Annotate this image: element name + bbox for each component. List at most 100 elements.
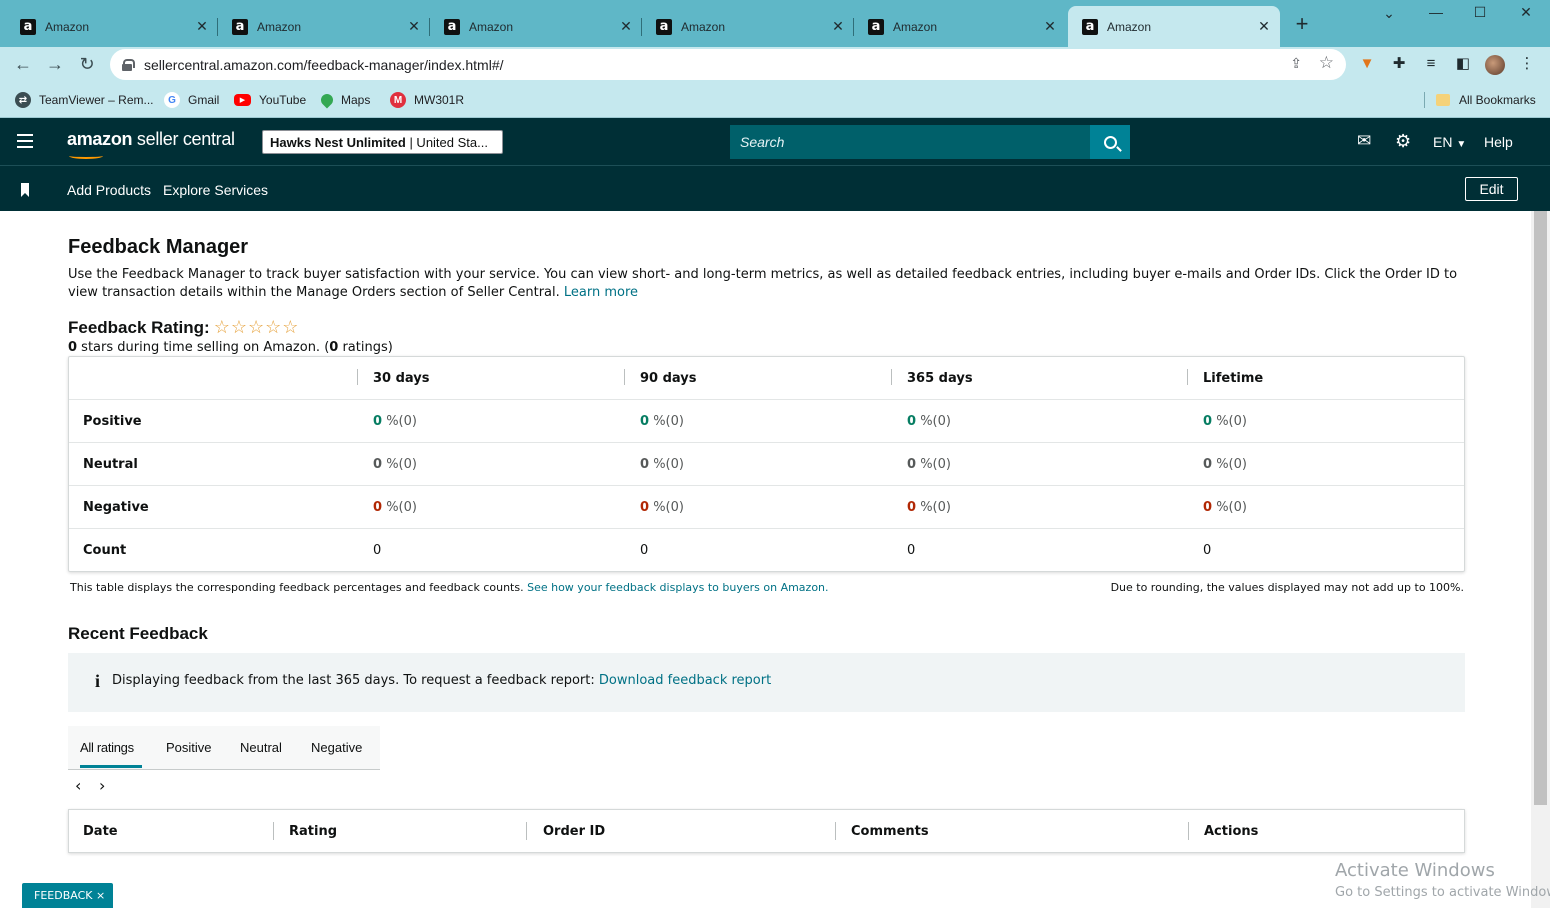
download-report-link[interactable]: Download feedback report bbox=[599, 673, 771, 688]
reload-icon[interactable]: ↻ bbox=[76, 53, 98, 75]
feedback-rating-heading: Feedback Rating: ☆☆☆☆☆ bbox=[68, 317, 300, 337]
seller-central-logo[interactable]: amazon seller central bbox=[67, 129, 235, 159]
column-header[interactable]: Actions bbox=[1204, 824, 1258, 839]
extensions-puzzle-icon[interactable]: ✚ bbox=[1388, 53, 1410, 75]
close-window-button[interactable]: ✕ bbox=[1503, 4, 1549, 21]
mail-icon[interactable]: ✉ bbox=[1357, 131, 1371, 151]
windows-activation-watermark: Activate Windows Go to Settings to activ… bbox=[1335, 860, 1550, 900]
table-row-count: Count 0 0 0 0 bbox=[83, 543, 1212, 558]
hamburger-menu-icon[interactable] bbox=[17, 134, 33, 148]
chevron-left-icon[interactable]: ‹ bbox=[75, 776, 81, 795]
tab-title: Amazon bbox=[893, 19, 938, 34]
column-header[interactable]: Order ID bbox=[543, 824, 605, 839]
caret-down-icon: ▼ bbox=[1456, 139, 1467, 150]
browser-tab-active[interactable]: a Amazon ✕ bbox=[1068, 6, 1280, 47]
buyer-display-link[interactable]: See how your feedback displays to buyers… bbox=[527, 581, 828, 594]
column-header[interactable]: Date bbox=[83, 824, 118, 839]
minimize-button[interactable]: — bbox=[1413, 4, 1459, 20]
store-selector[interactable]: Hawks Nest Unlimited | United Sta... bbox=[262, 130, 503, 154]
bookmarks-bar: ⇄ TeamViewer – Rem... G Gmail ▶ YouTube … bbox=[0, 82, 1550, 118]
feedback-widget-button[interactable]: FEEDBACK × bbox=[22, 883, 114, 908]
help-link[interactable]: Help bbox=[1484, 134, 1513, 150]
browser-tab[interactable]: a Amazon ✕ bbox=[430, 6, 642, 47]
tab-all-ratings[interactable]: All ratings bbox=[80, 740, 134, 755]
close-tab-icon[interactable]: ✕ bbox=[406, 18, 422, 35]
metamask-extension-icon[interactable]: ▼ bbox=[1356, 53, 1378, 75]
language-selector[interactable]: EN ▼ bbox=[1433, 134, 1466, 150]
rating-stars-icon: ☆☆☆☆☆ bbox=[213, 317, 300, 337]
amazon-smile-logo bbox=[69, 153, 103, 159]
browser-menu-icon[interactable]: ⋮ bbox=[1516, 53, 1538, 75]
browser-tab[interactable]: a Amazon ✕ bbox=[854, 6, 1066, 47]
table-header-row: 30 days 90 days 365 days Lifetime bbox=[69, 357, 1464, 400]
lock-icon[interactable] bbox=[122, 58, 135, 71]
amazon-favicon-icon: a bbox=[868, 18, 884, 35]
seller-central-header: amazon seller central Hawks Nest Unlimit… bbox=[0, 118, 1550, 166]
close-tab-icon[interactable]: ✕ bbox=[618, 18, 634, 35]
amazon-favicon-icon: a bbox=[444, 18, 460, 35]
edit-button[interactable]: Edit bbox=[1465, 177, 1518, 201]
bookmark-item[interactable]: M MW301R bbox=[390, 91, 464, 109]
settings-gear-icon[interactable]: ⚙ bbox=[1395, 131, 1411, 152]
bookmark-item[interactable]: G Gmail bbox=[164, 91, 219, 109]
teamviewer-icon: ⇄ bbox=[15, 92, 31, 108]
page-scrollbar[interactable] bbox=[1531, 211, 1550, 908]
amazon-favicon-icon: a bbox=[20, 18, 36, 35]
bookmark-star-icon[interactable]: ☆ bbox=[1319, 53, 1334, 73]
forward-arrow-icon[interactable]: → bbox=[44, 53, 66, 75]
close-tab-icon[interactable]: ✕ bbox=[1042, 18, 1058, 35]
row-label: Neutral bbox=[83, 457, 138, 472]
bookmark-item[interactable]: ▶ YouTube bbox=[234, 91, 306, 109]
rating-summary: 0 stars during time selling on Amazon. (… bbox=[68, 340, 393, 355]
share-icon[interactable]: ⇪ bbox=[1290, 55, 1302, 72]
bookmark-icon[interactable] bbox=[21, 183, 29, 197]
amazon-favicon-icon: a bbox=[232, 18, 248, 35]
folder-icon bbox=[1436, 94, 1450, 106]
browser-tab-strip: a Amazon ✕ a Amazon ✕ a Amazon ✕ a Amazo… bbox=[0, 0, 1550, 47]
nav-explore-services[interactable]: Explore Services bbox=[163, 182, 268, 198]
all-bookmarks-folder[interactable]: All Bookmarks bbox=[1436, 91, 1536, 109]
page-title: Feedback Manager bbox=[68, 236, 249, 258]
media-queue-icon[interactable]: ≡ bbox=[1420, 53, 1442, 75]
scrollbar-thumb[interactable] bbox=[1534, 211, 1547, 805]
chevron-right-icon[interactable]: › bbox=[99, 776, 105, 795]
row-label: Count bbox=[83, 543, 127, 558]
browser-tab[interactable]: a Amazon ✕ bbox=[218, 6, 430, 47]
side-panel-icon[interactable]: ◧ bbox=[1452, 53, 1474, 75]
back-arrow-icon[interactable]: ← bbox=[12, 53, 34, 75]
search-icon bbox=[1103, 135, 1117, 149]
new-tab-button[interactable]: + bbox=[1290, 12, 1314, 36]
tab-title: Amazon bbox=[681, 19, 726, 34]
rating-filter-tabs: All ratings Positive Neutral Negative bbox=[68, 726, 380, 770]
column-header[interactable]: Comments bbox=[851, 824, 929, 839]
address-bar[interactable]: sellercentral.amazon.com/feedback-manage… bbox=[110, 49, 1346, 80]
maximize-button[interactable]: ☐ bbox=[1457, 4, 1503, 21]
tab-search-chevron-icon[interactable]: ⌄ bbox=[1366, 5, 1412, 22]
search-input[interactable]: Search bbox=[730, 125, 1090, 159]
table-row-neutral: Neutral 0 %(0) 0 %(0) 0 %(0) 0 %(0) bbox=[69, 443, 1464, 486]
column-header: Lifetime bbox=[1203, 371, 1264, 386]
close-tab-icon[interactable]: ✕ bbox=[830, 18, 846, 35]
maps-icon bbox=[318, 91, 336, 109]
browser-tab[interactable]: a Amazon ✕ bbox=[642, 6, 854, 47]
tab-neutral[interactable]: Neutral bbox=[240, 740, 282, 755]
bookmark-item[interactable]: Maps bbox=[318, 91, 370, 109]
bookmark-item[interactable]: ⇄ TeamViewer – Rem... bbox=[15, 91, 154, 109]
learn-more-link[interactable]: Learn more bbox=[564, 285, 638, 300]
mercusys-icon: M bbox=[390, 92, 406, 108]
close-tab-icon[interactable]: ✕ bbox=[194, 18, 210, 35]
table-row-positive: Positive 0 %(0) 0 %(0) 0 %(0) 0 %(0) bbox=[69, 400, 1464, 443]
url-text[interactable]: sellercentral.amazon.com/feedback-manage… bbox=[144, 57, 504, 73]
nav-add-products[interactable]: Add Products bbox=[67, 182, 151, 198]
info-icon: i bbox=[95, 671, 101, 691]
tab-positive[interactable]: Positive bbox=[166, 740, 212, 755]
tab-negative[interactable]: Negative bbox=[311, 740, 362, 755]
search-button[interactable] bbox=[1090, 125, 1130, 159]
close-tab-icon[interactable]: ✕ bbox=[1256, 18, 1272, 35]
info-alert: i Displaying feedback from the last 365 … bbox=[68, 653, 1465, 712]
feedback-summary-table: 30 days 90 days 365 days Lifetime Positi… bbox=[68, 356, 1465, 572]
rounding-note: Due to rounding, the values displayed ma… bbox=[1110, 581, 1464, 594]
profile-avatar[interactable] bbox=[1485, 55, 1505, 75]
browser-tab[interactable]: a Amazon ✕ bbox=[6, 6, 218, 47]
column-header[interactable]: Rating bbox=[289, 824, 337, 839]
